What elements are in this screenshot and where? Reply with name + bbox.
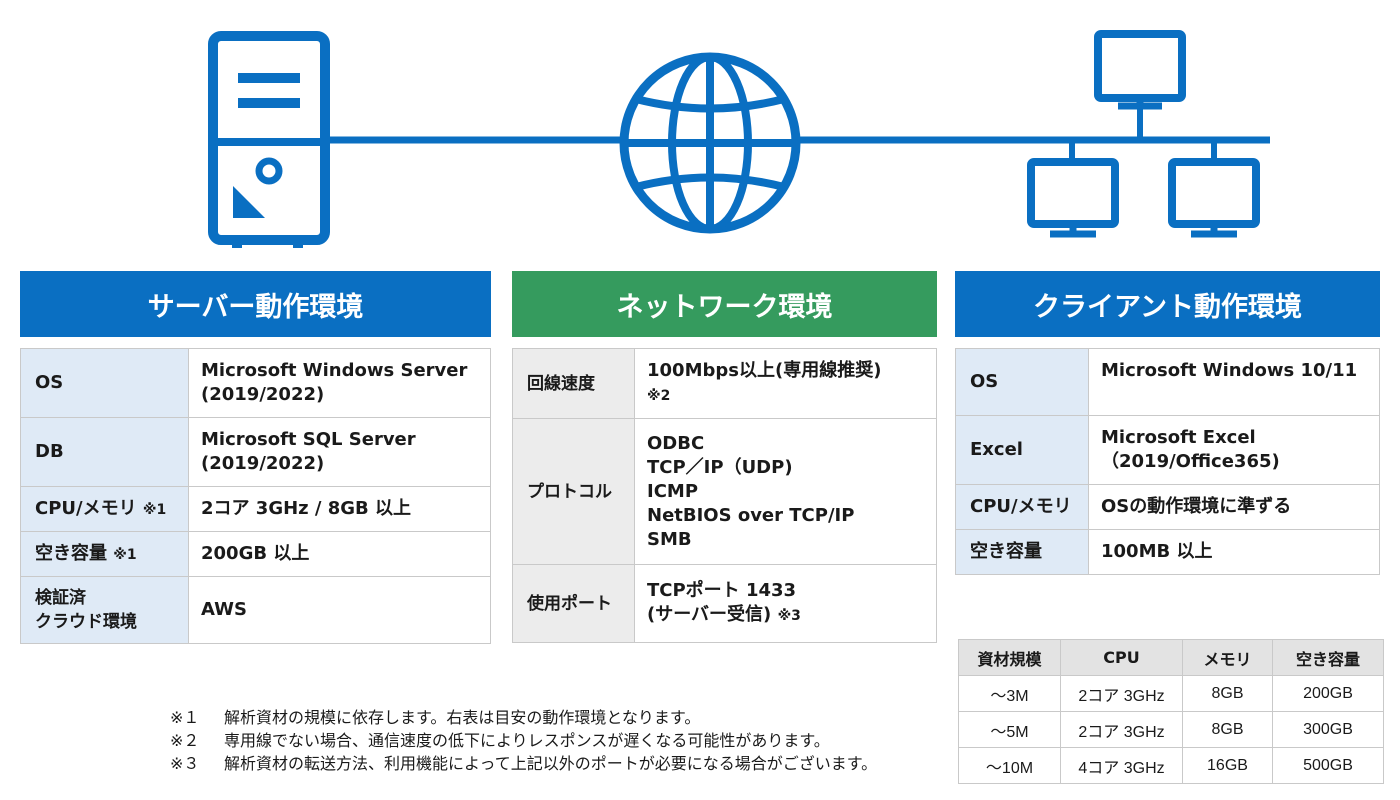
table-cell: ～5M xyxy=(958,711,1061,748)
server-section: サーバー動作環境 OS Microsoft Windows Server (20… xyxy=(20,271,491,644)
column-header: 空き容量 xyxy=(1272,639,1384,676)
table-row: ～3M 2コア 3GHz 8GB 200GB xyxy=(958,675,1384,712)
table-row: 空き容量 100MB 以上 xyxy=(955,529,1380,575)
row-value: OSの動作環境に準ずる xyxy=(1088,484,1380,530)
footnote-mark: ※１ xyxy=(170,708,200,727)
client-header: クライアント動作環境 xyxy=(955,271,1380,337)
table-row: DB Microsoft SQL Server (2019/2022) xyxy=(20,417,491,487)
table-cell: 500GB xyxy=(1272,747,1384,784)
row-label: 回線速度 xyxy=(512,348,635,419)
footnote: ※３ 解析資材の転送方法、利用機能によって上記以外のポートが必要になる場合がござ… xyxy=(170,752,877,775)
row-note: ※1 xyxy=(142,501,167,518)
row-label: 空き容量 xyxy=(35,542,107,564)
table-cell: 2コア 3GHz xyxy=(1060,675,1183,712)
client-section: クライアント動作環境 OS Microsoft Windows 10/11 Ex… xyxy=(955,271,1380,575)
table-row: 空き容量 ※1 200GB 以上 xyxy=(20,531,491,577)
column-header: CPU xyxy=(1060,639,1183,676)
row-value: Microsoft SQL Server (2019/2022) xyxy=(188,417,491,487)
row-label: CPU/メモリ xyxy=(35,497,137,519)
footnote-mark: ※３ xyxy=(170,754,200,773)
sizing-table: 資材規模 CPU メモリ 空き容量 ～3M 2コア 3GHz 8GB 200GB… xyxy=(958,639,1384,784)
row-label: プロトコル xyxy=(512,418,635,565)
table-cell: 16GB xyxy=(1182,747,1273,784)
server-spec-table: OS Microsoft Windows Server (2019/2022) … xyxy=(20,348,491,644)
row-note: ※1 xyxy=(113,546,137,563)
row-value: AWS xyxy=(188,576,491,644)
row-label: DB xyxy=(35,441,64,462)
table-row: プロトコル ODBC TCP／IP（UDP) ICMP NetBIOS over… xyxy=(512,418,937,565)
row-value: ODBC TCP／IP（UDP) ICMP NetBIOS over TCP/I… xyxy=(634,418,937,565)
table-row: OS Microsoft Windows Server (2019/2022) xyxy=(20,348,491,418)
row-value: Microsoft Excel （2019/Office365) xyxy=(1088,415,1380,485)
row-label: 空き容量 xyxy=(955,529,1089,575)
row-value: Microsoft Windows Server (2019/2022) xyxy=(188,348,491,418)
table-row: Excel Microsoft Excel （2019/Office365) xyxy=(955,415,1380,485)
footnote: ※２ 専用線でない場合、通信速度の低下によりレスポンスが遅くなる可能性があります… xyxy=(170,729,877,752)
table-row: 使用ポート TCPポート 1433 (サーバー受信) ※3 xyxy=(512,564,937,643)
globe-icon xyxy=(619,52,801,234)
table-row: OS Microsoft Windows 10/11 xyxy=(955,348,1380,416)
network-illustration xyxy=(208,30,1270,248)
footnote-mark: ※２ xyxy=(170,731,200,750)
table-row: ～10M 4コア 3GHz 16GB 500GB xyxy=(958,747,1384,784)
footnotes: ※１ 解析資材の規模に依存します。右表は目安の動作環境となります。 ※２ 専用線… xyxy=(170,706,877,775)
row-value: TCPポート 1433 (サーバー受信) xyxy=(647,580,797,625)
table-header-row: 資材規模 CPU メモリ 空き容量 xyxy=(958,639,1384,676)
table-row: CPU/メモリ OSの動作環境に準ずる xyxy=(955,484,1380,530)
row-label: CPU/メモリ xyxy=(955,484,1089,530)
row-value: Microsoft Windows 10/11 xyxy=(1088,348,1380,416)
row-label: Excel xyxy=(955,415,1089,485)
table-row: 検証済 クラウド環境 AWS xyxy=(20,576,491,644)
table-row: CPU/メモリ ※1 2コア 3GHz / 8GB 以上 xyxy=(20,486,491,532)
footnote-text: 解析資材の規模に依存します。右表は目安の動作環境となります。 xyxy=(224,708,701,727)
client-spec-table: OS Microsoft Windows 10/11 Excel Microso… xyxy=(955,348,1380,575)
row-note: ※3 xyxy=(777,608,801,624)
row-label: OS xyxy=(955,348,1089,416)
footnote-text: 専用線でない場合、通信速度の低下によりレスポンスが遅くなる可能性があります。 xyxy=(224,731,830,750)
table-row: 回線速度 100Mbps以上(専用線推奨) ※2 xyxy=(512,348,937,419)
network-header: ネットワーク環境 xyxy=(512,271,937,337)
table-cell: 8GB xyxy=(1182,711,1273,748)
server-icon xyxy=(208,31,330,248)
table-cell: ～10M xyxy=(958,747,1061,784)
table-cell: 300GB xyxy=(1272,711,1384,748)
column-header: 資材規模 xyxy=(958,639,1061,676)
table-cell: 2コア 3GHz xyxy=(1060,711,1183,748)
table-row: ～5M 2コア 3GHz 8GB 300GB xyxy=(958,711,1384,748)
client-computers-icon xyxy=(1027,30,1260,238)
row-label: OS xyxy=(35,372,64,393)
row-value: 100MB 以上 xyxy=(1088,529,1380,575)
row-note: ※2 xyxy=(647,388,671,404)
row-label: 検証済 クラウド環境 xyxy=(35,588,137,632)
table-cell: ～3M xyxy=(958,675,1061,712)
network-spec-table: 回線速度 100Mbps以上(専用線推奨) ※2 プロトコル ODBC TCP／I… xyxy=(512,348,937,643)
row-value: 100Mbps以上(専用線推奨) xyxy=(647,360,882,381)
footnote: ※１ 解析資材の規模に依存します。右表は目安の動作環境となります。 xyxy=(170,706,877,729)
row-value: 2コア 3GHz / 8GB 以上 xyxy=(188,486,491,532)
table-cell: 8GB xyxy=(1182,675,1273,712)
footnote-text: 解析資材の転送方法、利用機能によって上記以外のポートが必要になる場合がございます… xyxy=(224,754,878,773)
table-cell: 200GB xyxy=(1272,675,1384,712)
network-section: ネットワーク環境 回線速度 100Mbps以上(専用線推奨) ※2 プロトコル O… xyxy=(512,271,937,643)
table-cell: 4コア 3GHz xyxy=(1060,747,1183,784)
row-value: 200GB 以上 xyxy=(188,531,491,577)
server-header: サーバー動作環境 xyxy=(20,271,491,337)
column-header: メモリ xyxy=(1182,639,1273,676)
row-label: 使用ポート xyxy=(512,564,635,643)
